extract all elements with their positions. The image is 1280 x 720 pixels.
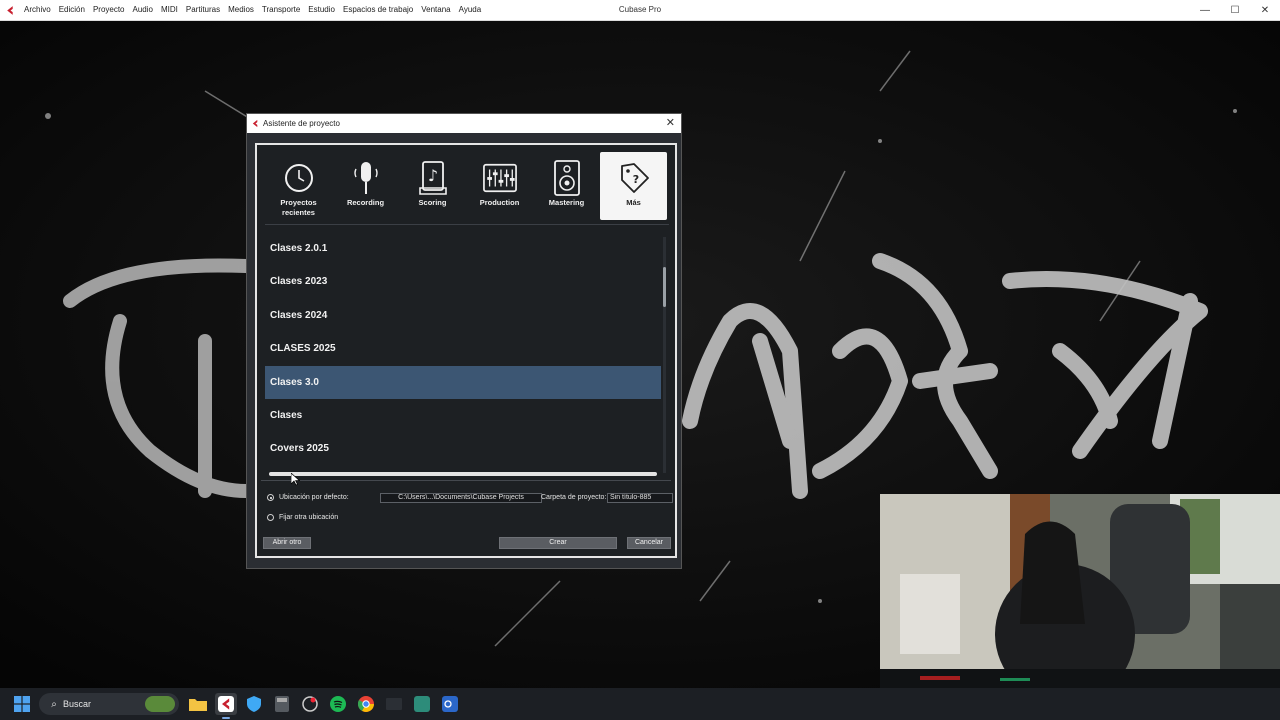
menu-bar: Archivo Edición Proyecto Audio MIDI Partitura… [0,0,1280,21]
minimize-button[interactable]: — [1190,0,1220,20]
dialog-panel: Proyectos recientes Recording ♪ Scoring [255,143,677,558]
default-path-field[interactable]: C:\Users\...\Documents\Cubase Projects [380,493,542,503]
other-location-label: Fijar otra ubicación [279,514,339,521]
search-placeholder: Buscar [63,699,92,709]
menu-item[interactable]: Ayuda [455,0,486,20]
open-other-button[interactable]: Abrir otro [263,537,311,549]
category-row: Proyectos recientes Recording ♪ Scoring [265,152,667,220]
default-location-option[interactable]: Ubicación por defecto: [267,494,349,501]
radio-default-location[interactable] [267,494,274,501]
calculator-icon[interactable] [271,693,293,715]
category-label: recientes [282,208,315,217]
project-folder-label: Carpeta de proyecto: [541,494,607,501]
category-label: Scoring [418,198,447,207]
template-list-item[interactable]: Clases 2.0.1 [265,232,661,265]
radio-other-location[interactable] [267,514,274,521]
window-controls: — ☐ ✕ [1190,0,1280,20]
template-list-item[interactable]: Clases 3.0 [265,365,661,399]
svg-text:♪: ♪ [427,166,437,185]
sheet-music-icon: ♪ [416,160,450,196]
cancel-button[interactable]: Cancelar [627,537,671,549]
category-scoring[interactable]: ♪ Scoring [399,152,466,220]
template-list-item[interactable]: Covers 2025 [265,432,661,465]
file-explorer-icon[interactable] [187,693,209,715]
menu-item[interactable]: Partituras [182,0,224,20]
mixer-faders-icon [482,160,517,196]
menu-item[interactable]: Ventana [417,0,454,20]
template-list-item[interactable]: CLASES 2025 [265,332,661,365]
cubase-logo-icon [247,119,263,128]
template-list-item[interactable]: Clases 2023 [265,265,661,298]
divider [265,224,669,225]
menu-item[interactable]: Medios [224,0,258,20]
mouse-cursor-icon [291,473,300,486]
menu-item[interactable]: Proyecto [89,0,129,20]
dialog-titlebar: Asistente de proyecto ✕ [247,114,681,133]
horizontal-scrollbar[interactable] [269,472,657,476]
cubase-icon[interactable] [215,693,237,719]
menu-item[interactable]: Estudio [304,0,339,20]
default-location-label: Ubicación por defecto: [279,494,349,501]
vertical-scrollbar[interactable] [663,237,666,473]
maximize-button[interactable]: ☐ [1220,0,1250,20]
menu-item[interactable]: Edición [55,0,89,20]
category-recording[interactable]: Recording [332,152,399,220]
microphone-icon [349,160,383,196]
menu-items: Archivo Edición Proyecto Audio MIDI Partitura… [20,0,485,20]
outlook-icon[interactable] [439,693,461,715]
create-button[interactable]: Crear [499,537,617,549]
category-label: Mastering [548,198,585,207]
dialog-close-button[interactable]: ✕ [666,116,675,129]
template-list-item[interactable]: Clases [265,399,661,432]
category-more[interactable]: ? Más [600,152,667,220]
taskbar-search[interactable]: ⌕ Buscar [39,693,179,715]
category-label: Más [626,198,641,207]
scrollbar-thumb[interactable] [663,267,666,307]
menu-item[interactable]: MIDI [157,0,182,20]
category-label: Recording [346,198,385,207]
search-icon: ⌕ [51,698,57,710]
dialog-title: Asistente de proyecto [263,119,340,128]
menu-item[interactable]: Espacios de trabajo [339,0,417,20]
speaker-icon [550,160,584,196]
template-list-item[interactable]: Clases 2024 [265,299,661,332]
category-recent-projects[interactable]: Proyectos recientes [265,152,332,220]
project-folder-field[interactable]: Sin título-885 [607,493,673,503]
divider [261,480,671,481]
project-assistant-dialog: Asistente de proyecto ✕ Proyectos recien… [246,113,682,569]
teams-icon[interactable] [411,693,433,715]
menu-item[interactable]: Audio [129,0,157,20]
search-highlight-image [145,696,175,712]
category-mastering[interactable]: Mastering [533,152,600,220]
close-button[interactable]: ✕ [1250,0,1280,20]
windows-start-icon[interactable] [11,693,33,715]
cubase-logo-icon[interactable] [0,0,20,20]
menu-item[interactable]: Transporte [258,0,304,20]
app-icon[interactable] [383,693,405,715]
webcam-overlay [880,494,1280,688]
taskbar-apps [187,693,461,719]
category-label: Production [479,198,520,207]
media-player-icon[interactable] [299,693,321,715]
template-list: Clases 2.0.1 Clases 2023 Clases 2024 CLASES… [265,232,661,475]
shield-icon[interactable] [243,693,265,715]
tag-icon: ? [617,160,651,196]
category-production[interactable]: Production [466,152,533,220]
spotify-icon[interactable] [327,693,349,715]
clock-icon [282,160,316,196]
chrome-icon[interactable] [355,693,377,715]
svg-text:?: ? [632,173,638,186]
category-label: Proyectos [280,198,317,207]
menu-item[interactable]: Archivo [20,0,55,20]
other-location-option[interactable]: Fijar otra ubicación [267,514,338,521]
taskbar: ⌕ Buscar [0,688,1280,720]
